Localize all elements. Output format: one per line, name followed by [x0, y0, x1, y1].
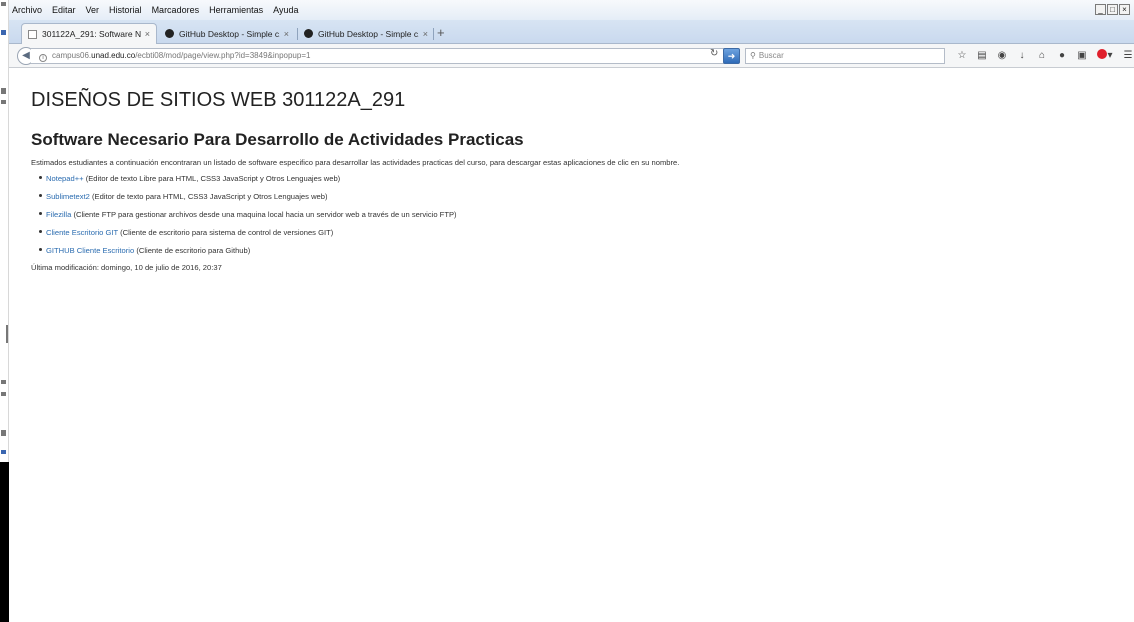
software-desc: (Cliente de escritorio para Github): [134, 246, 251, 255]
search-placeholder: Buscar: [758, 51, 784, 60]
list-item: Filezilla (Cliente FTP para gestionar ar…: [39, 210, 1121, 220]
software-desc: (Editor de texto para HTML, CSS3 JavaScr…: [89, 192, 328, 201]
github-icon: [165, 29, 174, 38]
desktop-mark: [1, 88, 6, 94]
software-desc: (Cliente de escritorio para sistema de c…: [118, 228, 334, 237]
adblock-icon[interactable]: ▾: [1092, 48, 1118, 64]
tab-title: GitHub Desktop - Simple c...: [179, 28, 280, 39]
desktop-mark: [1, 430, 6, 436]
desktop-mark: [1, 30, 6, 35]
tab-title: 301122A_291: Software Nec...: [42, 29, 141, 39]
desktop-mark: [1, 2, 6, 6]
software-link-notepad[interactable]: Notepad++: [46, 174, 84, 183]
section-title: Software Necesario Para Desarrollo de Ac…: [31, 130, 524, 149]
software-link-git-client[interactable]: Cliente Escritorio GIT: [46, 228, 118, 237]
menu-ayuda[interactable]: Ayuda: [268, 5, 303, 15]
software-link-sublimetext[interactable]: Sublimetext2: [46, 192, 90, 201]
menu-ver[interactable]: Ver: [81, 5, 105, 15]
software-desc: (Cliente FTP para gestionar archivos des…: [71, 210, 457, 219]
home-icon[interactable]: ⌂: [1032, 48, 1052, 64]
desktop-dark-area: [0, 462, 9, 622]
list-item: Notepad++ (Editor de texto Libre para HT…: [39, 174, 1121, 184]
menu-archivo[interactable]: Archivo: [9, 5, 47, 15]
close-tab-icon[interactable]: ×: [423, 29, 428, 39]
bullet-icon: [39, 248, 42, 251]
desktop-mark: [1, 450, 6, 454]
software-list: Notepad++ (Editor de texto Libre para HT…: [39, 174, 1121, 256]
software-link-filezilla[interactable]: Filezilla: [46, 210, 71, 219]
tab-software-necesario[interactable]: 301122A_291: Software Nec... ×: [21, 23, 157, 44]
menu-editar[interactable]: Editar: [47, 5, 81, 15]
download-icon[interactable]: ↓: [1012, 48, 1032, 64]
bullet-icon: [39, 230, 42, 233]
last-modified: Última modificación: domingo, 10 de juli…: [31, 263, 222, 272]
chat-icon[interactable]: ●: [1052, 48, 1072, 64]
tab-separator: [433, 28, 434, 40]
url-bar[interactable]: i campus06.unad.edu.co/ecbti08/mod/page/v…: [31, 48, 728, 64]
desktop-mark: [1, 380, 6, 384]
list-item: Cliente Escritorio GIT (Cliente de escri…: [39, 228, 1121, 238]
page-icon: [28, 29, 37, 39]
software-link-github-client[interactable]: GITHUB Cliente Escritorio: [46, 246, 134, 255]
desktop-mark: [1, 392, 6, 396]
menu-icon[interactable]: ☰: [1118, 48, 1134, 64]
list-item: GITHUB Cliente Escritorio (Cliente de es…: [39, 246, 1121, 256]
bullet-icon: [39, 176, 42, 179]
window-controls: _ □ ×: [1095, 4, 1130, 15]
tab-title: GitHub Desktop - Simple c...: [318, 28, 419, 39]
tab-github-desktop-1[interactable]: GitHub Desktop - Simple c... ×: [159, 23, 295, 44]
intro-text: Estimados estudiantes a continuación enc…: [31, 158, 680, 167]
menu-historial[interactable]: Historial: [104, 5, 147, 15]
tab-strip: 301122A_291: Software Nec... × GitHub De…: [9, 20, 1134, 44]
close-tab-icon[interactable]: ×: [145, 29, 150, 39]
close-tab-icon[interactable]: ×: [284, 29, 289, 39]
close-window-button[interactable]: ×: [1119, 4, 1130, 15]
menu-marcadores[interactable]: Marcadores: [147, 5, 205, 15]
toolbar-icons: ☆ ▤ ◉ ↓ ⌂ ● ▣ ▾ ☰: [952, 48, 1134, 64]
url-host: unad.edu.co: [91, 51, 136, 60]
reading-list-icon[interactable]: ▤: [972, 48, 992, 64]
menu-herramientas[interactable]: Herramientas: [204, 5, 268, 15]
screenshot-icon[interactable]: ▣: [1072, 48, 1092, 64]
new-tab-button[interactable]: +: [437, 25, 445, 40]
page-title: DISEÑOS DE SITIOS WEB 301122A_291: [31, 89, 406, 111]
desktop-mark: [1, 100, 6, 104]
search-input[interactable]: ⚲ Buscar: [745, 48, 945, 64]
maximize-button[interactable]: □: [1107, 4, 1118, 15]
search-icon: ⚲: [750, 51, 756, 60]
url-host-prefix: campus06.: [52, 51, 92, 60]
bullet-icon: [39, 212, 42, 215]
menu-bar: Archivo Editar Ver Historial Marcadores …: [9, 0, 1134, 20]
pocket-icon[interactable]: ◉: [992, 48, 1012, 64]
github-icon: [304, 29, 313, 38]
desktop-mark: [6, 325, 8, 343]
star-icon[interactable]: ☆: [952, 48, 972, 64]
reload-icon[interactable]: ↻: [710, 48, 718, 59]
tab-github-desktop-2[interactable]: GitHub Desktop - Simple c... ×: [298, 23, 434, 44]
browser-window: Archivo Editar Ver Historial Marcadores …: [0, 0, 1134, 622]
software-desc: (Editor de texto Libre para HTML, CSS3 J…: [83, 174, 341, 183]
list-item: Sublimetext2 (Editor de texto para HTML,…: [39, 192, 1121, 202]
desktop-edge: [0, 0, 9, 622]
url-path: /ecbti08/mod/page/view.php?id=3849&inpop…: [135, 51, 311, 60]
bullet-icon: [39, 194, 42, 197]
page-content: DISEÑOS DE SITIOS WEB 301122A_291 Softwa…: [31, 88, 1121, 273]
minimize-button[interactable]: _: [1095, 4, 1106, 15]
info-icon[interactable]: i: [39, 54, 47, 62]
navigation-bar: ◀ i campus06.unad.edu.co/ecbti08/mod/page…: [9, 44, 1134, 68]
go-arrow-icon[interactable]: ➜: [723, 48, 740, 64]
